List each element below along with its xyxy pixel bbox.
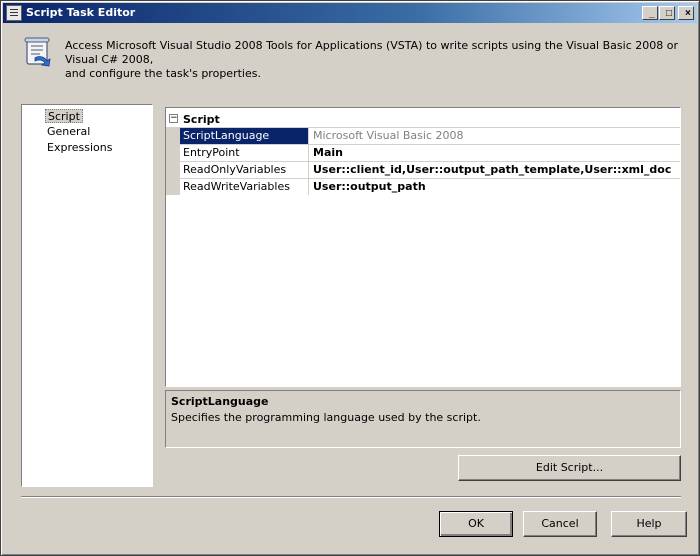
minimize-button[interactable]: _ [642,6,658,20]
header-line-2: and configure the task's properties. [65,67,261,80]
collapse-icon[interactable]: − [169,114,178,123]
property-value[interactable]: Main [310,145,680,161]
maximize-button[interactable]: □ [659,6,675,20]
navigation-pane: Script General Expressions [21,104,153,487]
category-label: Script [183,113,220,126]
property-row-entry-point[interactable]: EntryPoint Main [166,144,680,161]
cancel-button[interactable]: Cancel [523,511,597,537]
property-grid: − Script ScriptLanguage Microsoft Visual… [165,107,681,387]
property-row-script-language[interactable]: ScriptLanguage Microsoft Visual Basic 20… [166,127,680,144]
nav-item-script[interactable]: Script [45,109,83,123]
category-script[interactable]: − Script [166,111,680,128]
script-task-icon [6,5,22,21]
row-margin [166,128,180,144]
description-body: Specifies the programming language used … [171,411,481,424]
nav-item-general[interactable]: General [45,125,92,139]
title-bar[interactable]: Script Task Editor _ □ × [3,3,697,23]
window-title: Script Task Editor [26,6,136,19]
help-button[interactable]: Help [611,511,687,537]
script-scroll-icon [24,37,51,67]
property-row-read-only-variables[interactable]: ReadOnlyVariables User::client_id,User::… [166,161,680,178]
property-row-read-write-variables[interactable]: ReadWriteVariables User::output_path [166,178,680,195]
property-name[interactable]: ReadWriteVariables [180,179,309,195]
ok-button[interactable]: OK [439,511,513,537]
property-value[interactable]: Microsoft Visual Basic 2008 [310,128,680,144]
header-line-1: Access Microsoft Visual Studio 2008 Tool… [65,39,678,66]
separator [21,496,681,498]
property-value[interactable]: User::client_id,User::output_path_templa… [310,162,680,178]
close-button[interactable]: × [678,6,694,20]
row-margin [166,145,180,161]
script-task-editor-window: Script Task Editor _ □ × Access Microsof… [0,0,700,556]
property-value[interactable]: User::output_path [310,179,680,195]
property-name[interactable]: ScriptLanguage [180,128,309,144]
header-description: Access Microsoft Visual Studio 2008 Tool… [65,39,685,81]
row-margin [166,162,180,178]
description-title: ScriptLanguage [171,395,269,408]
row-margin [166,179,180,195]
edit-script-button[interactable]: Edit Script... [458,455,681,481]
property-name[interactable]: ReadOnlyVariables [180,162,309,178]
property-name[interactable]: EntryPoint [180,145,309,161]
nav-item-expressions[interactable]: Expressions [45,141,114,155]
property-description-panel: ScriptLanguage Specifies the programming… [165,390,681,448]
